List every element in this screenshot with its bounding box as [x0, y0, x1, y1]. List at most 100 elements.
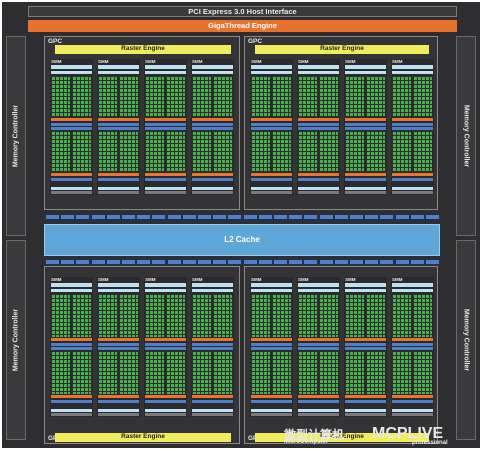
smm-block: SMM [144, 59, 187, 195]
smm-label: SMM [392, 277, 403, 282]
smm-label: SMM [98, 277, 109, 282]
cuda-cores [413, 351, 432, 394]
memory-controller-label: Memory Controller [462, 104, 470, 168]
cuda-cores [119, 294, 138, 337]
cuda-cores [72, 351, 91, 394]
cache-segment [258, 215, 272, 219]
cache-segment [426, 215, 439, 219]
cuda-cores [319, 76, 338, 117]
ld-st-units [298, 178, 339, 181]
smm-label: SMM [192, 277, 203, 282]
cuda-cores [413, 294, 432, 337]
cuda-cores [145, 351, 164, 394]
smm-label: SMM [145, 277, 156, 282]
cache-segment [182, 260, 196, 264]
cuda-cores [272, 294, 291, 337]
cache-segment [380, 215, 394, 219]
raster-engine: Raster Engine [255, 45, 429, 54]
cuda-cores [366, 76, 385, 117]
smm-block: SMM [191, 59, 234, 195]
cuda-cores [213, 131, 232, 172]
cuda-cores [192, 76, 211, 117]
cache-segment [106, 215, 120, 219]
ld-st-units [51, 343, 92, 346]
texture-unit [298, 409, 339, 412]
cache-segment [122, 215, 135, 219]
shared-memory [251, 191, 292, 194]
sfu-units [98, 173, 139, 176]
gpc-block: GPCRaster EngineSMMSMMSMMSMM [44, 36, 240, 210]
ld-st-units [192, 123, 233, 126]
cache-segment [152, 215, 166, 219]
ld-st-units [192, 400, 233, 403]
cuda-cores [345, 131, 364, 172]
cuda-cores [192, 131, 211, 172]
cuda-cores [72, 131, 91, 172]
sfu-units [251, 395, 292, 398]
cache-segment [76, 215, 90, 219]
cache-segment [395, 260, 409, 264]
cuda-cores [366, 351, 385, 394]
cuda-cores [192, 351, 211, 394]
cuda-cores [392, 131, 411, 172]
cuda-cores [119, 131, 138, 172]
smm-label: SMM [392, 59, 403, 64]
ld-st-units [392, 123, 433, 126]
cache-segment [213, 260, 227, 264]
ld-st-units [145, 178, 186, 181]
texture-unit [145, 409, 186, 412]
smm-header [345, 65, 386, 69]
sfu-units [51, 338, 92, 341]
cuda-cores [392, 76, 411, 117]
smm-header [51, 65, 92, 69]
sfu-units [145, 173, 186, 176]
ld-st-units [51, 347, 92, 350]
shared-memory [345, 191, 386, 194]
smm-label: SMM [251, 277, 262, 282]
cuda-cores [145, 131, 164, 172]
cache-segment [395, 215, 409, 219]
smm-header [192, 289, 233, 292]
cuda-cores [272, 351, 291, 394]
sfu-units [192, 338, 233, 341]
memory-controller: Memory Controller [6, 36, 26, 236]
pci-express-host-interface: PCI Express 3.0 Host Interface [28, 6, 457, 17]
ld-st-units [392, 127, 433, 130]
smm-label: SMM [192, 59, 203, 64]
smm-header [345, 289, 386, 292]
smm-header [392, 283, 433, 287]
ld-st-units [345, 123, 386, 126]
smm-block: SMM [97, 277, 140, 417]
gpu-block-diagram: PCI Express 3.0 Host Interface GigaThread… [0, 0, 482, 450]
sfu-units [345, 173, 386, 176]
smm-header [298, 289, 339, 292]
cache-segment [350, 260, 363, 264]
smm-label: SMM [298, 277, 309, 282]
memory-controller-label: Memory Controller [12, 104, 20, 168]
cache-segment [426, 260, 439, 264]
smm-header [251, 289, 292, 292]
ld-st-units [251, 343, 292, 346]
smm-label: SMM [251, 59, 262, 64]
ld-st-units [345, 343, 386, 346]
cuda-cores [166, 351, 185, 394]
cache-segment [198, 260, 211, 264]
smm-header [251, 283, 292, 287]
ld-st-units [345, 347, 386, 350]
cache-segment [258, 260, 272, 264]
texture-unit [98, 409, 139, 412]
cache-segment [46, 215, 59, 219]
ld-st-units [145, 400, 186, 403]
smm-label: SMM [145, 59, 156, 64]
cache-segment [380, 260, 394, 264]
shared-memory [51, 191, 92, 194]
cuda-cores [145, 294, 164, 337]
smm-header [392, 289, 433, 292]
cache-segment [61, 215, 75, 219]
watermark-sub: professional [412, 440, 448, 446]
sfu-units [145, 118, 186, 121]
cuda-cores [119, 76, 138, 117]
ld-st-units [392, 400, 433, 403]
sfu-units [98, 338, 139, 341]
cuda-cores [251, 131, 270, 172]
